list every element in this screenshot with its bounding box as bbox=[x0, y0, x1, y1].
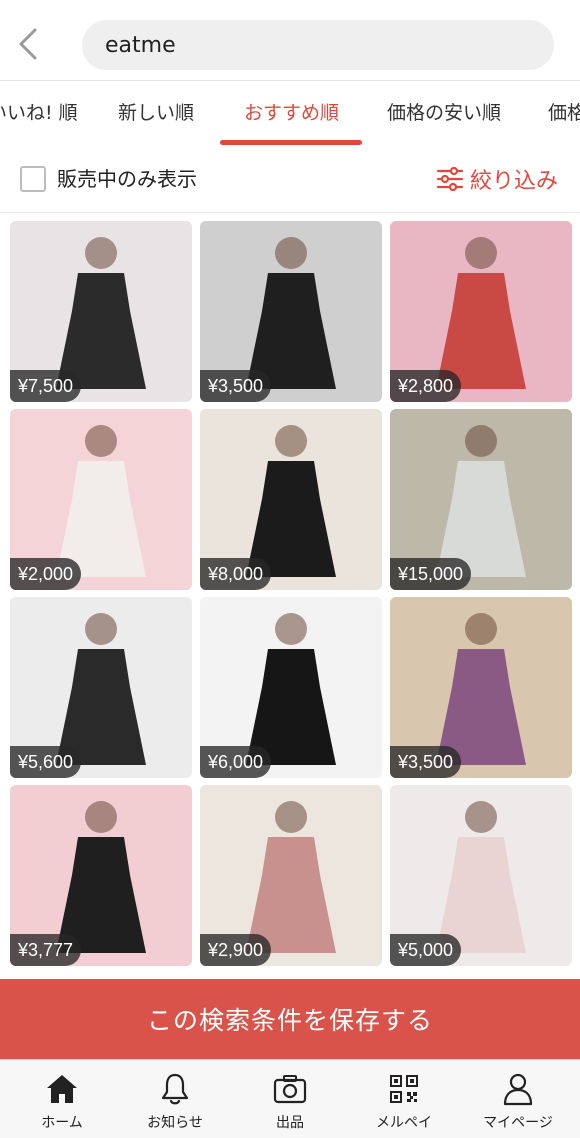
product-card[interactable]: ¥2,000 bbox=[10, 409, 192, 590]
active-tab-indicator bbox=[220, 140, 362, 145]
refine-button[interactable]: 絞り込み bbox=[436, 163, 558, 195]
nav-merpay[interactable]: メルペイ bbox=[349, 1070, 459, 1132]
nav-merpay-label: メルペイ bbox=[376, 1115, 432, 1131]
nav-home-label: ホーム bbox=[41, 1115, 83, 1131]
price-tag: ¥2,800 bbox=[390, 370, 462, 402]
search-query: eatme bbox=[105, 32, 176, 58]
chevron-left-icon bbox=[19, 28, 37, 60]
on-sale-only-checkbox[interactable] bbox=[20, 166, 46, 192]
tab-newest[interactable]: 新しい順 bbox=[118, 81, 194, 145]
tab-recommended[interactable]: おすすめ順 bbox=[244, 81, 339, 145]
bottom-nav: ホーム お知らせ 出品 メルペイ マイページ bbox=[0, 1059, 580, 1138]
price-tag: ¥2,000 bbox=[10, 558, 82, 590]
bell-icon bbox=[161, 1073, 189, 1105]
refine-label: 絞り込み bbox=[470, 169, 559, 194]
price-tag: ¥3,500 bbox=[390, 746, 462, 778]
tab-price-low[interactable]: 価格の安い順 bbox=[387, 81, 501, 145]
back-button[interactable] bbox=[8, 22, 48, 66]
product-card[interactable]: ¥15,000 bbox=[390, 409, 572, 590]
price-tag: ¥5,600 bbox=[10, 746, 82, 778]
product-card[interactable]: ¥6,000 bbox=[200, 597, 382, 778]
nav-mypage-label: マイページ bbox=[483, 1115, 553, 1131]
nav-sell[interactable]: 出品 bbox=[235, 1070, 345, 1132]
price-tag: ¥5,000 bbox=[390, 934, 462, 966]
price-tag: ¥2,900 bbox=[200, 934, 272, 966]
product-card[interactable]: ¥3,777 bbox=[10, 785, 192, 966]
nav-mypage[interactable]: マイページ bbox=[463, 1070, 573, 1132]
nav-notifications[interactable]: お知らせ bbox=[120, 1070, 230, 1132]
search-input[interactable]: eatme bbox=[82, 20, 554, 70]
nav-notifications-label: お知らせ bbox=[147, 1115, 203, 1131]
product-card[interactable]: ¥7,500 bbox=[10, 221, 192, 402]
sort-tabs: いいね! 順 新しい順 おすすめ順 価格の安い順 価格 bbox=[0, 81, 580, 149]
save-search-label: この検索条件を保存する bbox=[146, 1006, 433, 1035]
qr-code-icon bbox=[390, 1075, 418, 1103]
top-bar: eatme bbox=[0, 0, 580, 80]
product-card[interactable]: ¥5,600 bbox=[10, 597, 192, 778]
filter-sliders-icon bbox=[436, 167, 464, 191]
divider bbox=[0, 212, 580, 213]
product-card[interactable]: ¥5,000 bbox=[390, 785, 572, 966]
home-icon bbox=[47, 1075, 77, 1103]
price-tag: ¥3,777 bbox=[10, 934, 82, 966]
save-search-button[interactable]: この検索条件を保存する bbox=[0, 979, 580, 1059]
tab-price-high[interactable]: 価格 bbox=[548, 81, 580, 145]
nav-sell-label: 出品 bbox=[276, 1115, 304, 1131]
price-tag: ¥6,000 bbox=[200, 746, 272, 778]
person-icon bbox=[503, 1073, 533, 1106]
price-tag: ¥3,500 bbox=[200, 370, 272, 402]
on-sale-only-label: 販売中のみ表示 bbox=[57, 167, 197, 191]
price-tag: ¥15,000 bbox=[390, 558, 472, 590]
product-card[interactable]: ¥8,000 bbox=[200, 409, 382, 590]
product-card[interactable]: ¥3,500 bbox=[200, 221, 382, 402]
price-tag: ¥8,000 bbox=[200, 558, 272, 590]
product-card[interactable]: ¥2,900 bbox=[200, 785, 382, 966]
product-card[interactable]: ¥3,500 bbox=[390, 597, 572, 778]
camera-icon bbox=[273, 1075, 307, 1104]
nav-home[interactable]: ホーム bbox=[7, 1070, 117, 1132]
product-card[interactable]: ¥2,800 bbox=[390, 221, 572, 402]
price-tag: ¥7,500 bbox=[10, 370, 82, 402]
tab-likes[interactable]: いいね! 順 bbox=[0, 81, 78, 145]
